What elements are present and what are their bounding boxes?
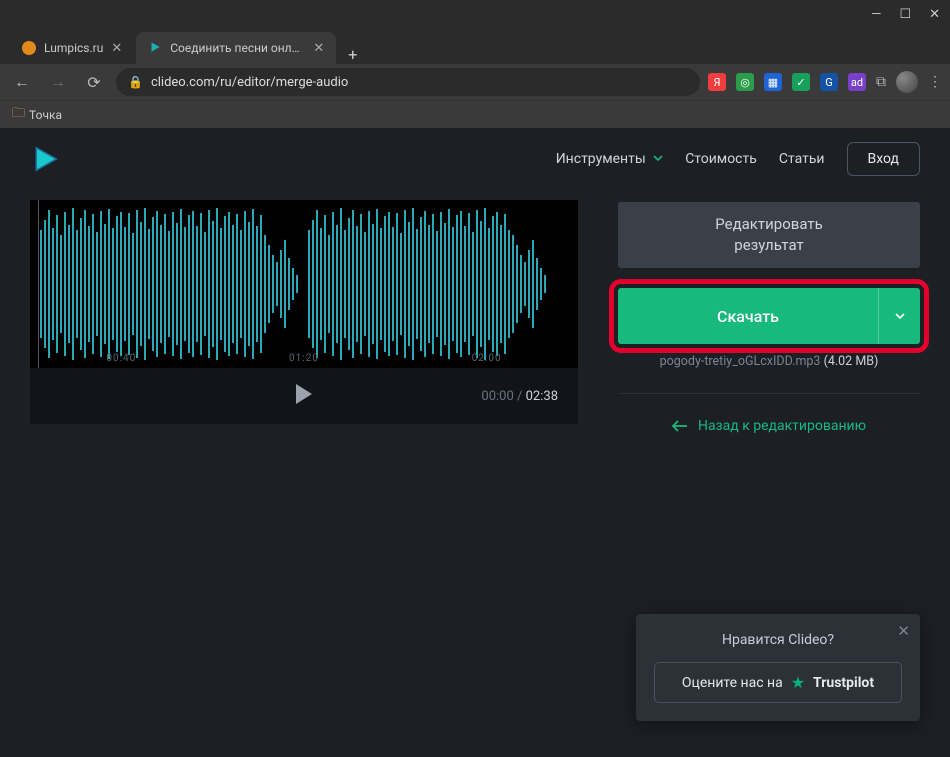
time-sep: /	[517, 389, 526, 404]
editor-content: 00:40 01:20 02:00 00:00 / 02:38 Редактир…	[12, 190, 938, 434]
browser-tab-lumpics[interactable]: Lumpics.ru ✕	[10, 32, 134, 64]
extension-icon[interactable]: ◎	[736, 73, 754, 91]
address-bar[interactable]: 🔒 clideo.com/ru/editor/merge-audio	[116, 68, 700, 96]
clideo-logo[interactable]	[30, 144, 60, 174]
edit-result-label: Редактировать	[618, 214, 920, 235]
waveform-icon	[30, 200, 578, 368]
favicon-icon	[148, 40, 162, 57]
file-size: (4.02 MB)	[824, 354, 879, 369]
chevron-down-icon	[894, 310, 906, 322]
window-close[interactable]: ✕	[929, 7, 940, 22]
nav-reload-icon[interactable]: ⟳	[80, 73, 108, 92]
tab-close-icon[interactable]: ✕	[111, 41, 122, 56]
download-options-caret[interactable]	[878, 288, 920, 344]
edit-result-label: результат	[618, 235, 920, 256]
profile-avatar[interactable]	[896, 71, 918, 93]
page-content: Инструменты Стоимость Статьи Вход	[0, 128, 950, 757]
bookmark-label: Точка	[29, 108, 62, 122]
reading-list-icon[interactable]: ⧉	[876, 74, 886, 90]
file-name: pogody-tretiy_oGLcxIDD.mp3	[660, 354, 821, 369]
window-titlebar: — ☐ ✕	[0, 0, 950, 28]
browser-toolbar: ← → ⟳ 🔒 clideo.com/ru/editor/merge-audio…	[0, 64, 950, 100]
player-panel: 00:40 01:20 02:00 00:00 / 02:38	[30, 200, 578, 434]
extension-icon[interactable]: Я	[708, 73, 726, 91]
download-button[interactable]: Скачать	[618, 288, 920, 344]
window-maximize[interactable]: ☐	[899, 7, 911, 22]
lock-icon: 🔒	[128, 75, 143, 89]
extensions-row: Я ◎ ▦ ✓ G ad ⧉ ⋮	[708, 71, 942, 93]
rate-trustpilot-button[interactable]: Оцените нас на ★ Trustpilot	[654, 662, 902, 703]
url-text: clideo.com/ru/editor/merge-audio	[151, 75, 348, 90]
browser-menu-icon[interactable]: ⋮	[928, 74, 942, 90]
nav-forward-icon[interactable]: →	[44, 72, 72, 92]
trustpilot-brand: Trustpilot	[813, 675, 874, 691]
nav-articles[interactable]: Статьи	[779, 151, 825, 167]
tab-close-icon[interactable]: ✕	[313, 41, 324, 56]
bookmarks-bar: 🗀 Точка	[0, 100, 950, 128]
star-icon: ★	[791, 673, 805, 692]
time-display: 00:00 / 02:38	[481, 389, 558, 404]
trustpilot-toast: ✕ Нравится Clideo? Оцените нас на ★ Trus…	[636, 614, 920, 721]
player-controls: 00:00 / 02:38	[30, 368, 578, 424]
waveform-display[interactable]: 00:40 01:20 02:00	[30, 200, 578, 368]
back-link-label: Назад к редактированию	[698, 418, 866, 434]
toast-cta-prefix: Оцените нас на	[682, 675, 783, 691]
arrow-left-icon	[672, 420, 688, 432]
back-to-editing-link[interactable]: Назад к редактированию	[618, 418, 920, 434]
ruler-time: 01:20	[289, 353, 319, 364]
file-info: pogody-tretiy_oGLcxIDD.mp3 (4.02 MB)	[618, 354, 920, 369]
folder-icon: 🗀	[12, 104, 25, 126]
login-button[interactable]: Вход	[847, 142, 920, 176]
nav-back-icon[interactable]: ←	[8, 72, 36, 92]
chevron-down-icon	[653, 153, 663, 163]
ruler-time: 02:00	[472, 353, 502, 364]
bookmark-folder[interactable]: 🗀 Точка	[12, 104, 62, 126]
new-tab-button[interactable]: +	[338, 45, 367, 64]
play-button[interactable]	[294, 383, 314, 409]
app-header: Инструменты Стоимость Статьи Вход	[12, 128, 938, 190]
toast-close-button[interactable]: ✕	[897, 622, 910, 640]
toast-title: Нравится Clideo?	[654, 632, 902, 648]
tab-title: Соединить песни онлайн — С...	[170, 41, 305, 55]
total-duration: 02:38	[526, 389, 558, 404]
favicon-icon	[22, 41, 36, 55]
extension-icon[interactable]: ad	[848, 73, 866, 91]
window-minimize[interactable]: —	[871, 7, 881, 22]
tab-title: Lumpics.ru	[44, 41, 103, 55]
extension-icon[interactable]: ✓	[792, 73, 810, 91]
nav-tools[interactable]: Инструменты	[556, 151, 664, 167]
nav-tools-label: Инструменты	[556, 151, 646, 167]
edit-result-button[interactable]: Редактировать результат	[618, 202, 920, 268]
download-wrap: Скачать	[618, 288, 920, 344]
app-nav: Инструменты Стоимость Статьи Вход	[556, 142, 920, 176]
nav-pricing[interactable]: Стоимость	[685, 151, 757, 167]
divider	[618, 393, 920, 394]
waveform-time-ruler: 00:40 01:20 02:00	[30, 353, 578, 364]
extension-icon[interactable]: ▦	[764, 73, 782, 91]
ruler-time: 00:40	[106, 353, 136, 364]
extension-icon[interactable]: G	[820, 73, 838, 91]
download-label: Скачать	[618, 288, 878, 344]
browser-tabstrip: Lumpics.ru ✕ Соединить песни онлайн — С.…	[0, 28, 950, 64]
current-time: 00:00	[481, 389, 513, 404]
playhead-marker	[38, 200, 39, 368]
result-panel: Редактировать результат Скачать pogody-t…	[618, 200, 920, 434]
browser-tab-clideo[interactable]: Соединить песни онлайн — С... ✕	[136, 32, 336, 64]
